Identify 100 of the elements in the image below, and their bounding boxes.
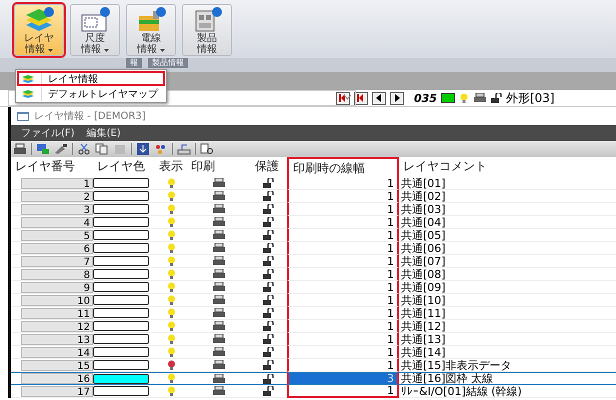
lock-icon[interactable] <box>263 334 275 344</box>
printer-icon[interactable] <box>212 256 226 266</box>
lock-icon[interactable] <box>263 360 275 370</box>
layer-color-swatch[interactable] <box>93 347 149 357</box>
table-cell: 1 <box>287 242 399 255</box>
layer-comment: 共通[13] <box>401 332 446 346</box>
menu-item[interactable]: デフォルトレイヤマップ <box>17 86 165 101</box>
printer-icon[interactable] <box>212 374 226 384</box>
folder-icon <box>136 7 166 33</box>
printer-icon[interactable] <box>212 230 226 240</box>
bulb-icon[interactable] <box>166 308 176 318</box>
bulb-icon[interactable] <box>166 373 176 384</box>
bulb-icon[interactable] <box>166 216 176 228</box>
lock-icon[interactable] <box>263 217 275 227</box>
lock-icon[interactable] <box>263 282 275 292</box>
previous-button[interactable] <box>372 92 386 104</box>
lock-icon[interactable] <box>263 386 275 396</box>
lock-icon[interactable] <box>263 374 275 384</box>
printer-icon[interactable] <box>212 269 226 279</box>
printer-icon[interactable] <box>212 204 226 214</box>
layer-comment: 共通[03] <box>401 202 446 216</box>
menu-bar-item[interactable]: ファイル(F) <box>21 126 75 140</box>
layer-color-swatch[interactable] <box>93 374 149 384</box>
lock-icon[interactable] <box>263 308 275 318</box>
ribbon-button[interactable]: 電線 情報 <box>126 4 176 56</box>
bulb-icon[interactable] <box>166 346 176 358</box>
next-button[interactable] <box>390 92 404 104</box>
export-icon[interactable] <box>177 143 191 155</box>
row-number: 11 <box>21 308 93 318</box>
printer-icon[interactable] <box>212 217 226 227</box>
bulb-icon[interactable] <box>166 294 176 306</box>
bulb-off-icon[interactable] <box>166 360 176 370</box>
lock-icon[interactable] <box>263 204 275 214</box>
layer-color-swatch[interactable] <box>93 256 149 266</box>
printer-icon[interactable] <box>212 360 226 370</box>
layer-color-swatch[interactable] <box>93 334 149 344</box>
printer-icon[interactable] <box>212 334 226 344</box>
lock-icon[interactable] <box>263 178 275 188</box>
printer-icon[interactable] <box>212 243 226 253</box>
lock-icon[interactable] <box>263 347 275 357</box>
ribbon-button[interactable]: レイヤ 情報 <box>14 4 64 56</box>
bulb-icon[interactable] <box>166 230 176 240</box>
skip-button[interactable] <box>336 92 350 104</box>
layer-color-swatch[interactable] <box>93 191 149 201</box>
ribbon-button[interactable]: 製品 情報 <box>182 4 232 56</box>
layer-color-swatch[interactable] <box>93 230 149 240</box>
bulb-icon[interactable] <box>166 204 176 214</box>
layer-color-swatch[interactable] <box>93 178 149 188</box>
lock-icon[interactable] <box>263 269 275 279</box>
layer-color-swatch[interactable] <box>93 269 149 279</box>
layer-color-swatch[interactable] <box>93 217 149 227</box>
group-label: 製品情報 <box>148 58 188 68</box>
layer-color-swatch[interactable] <box>93 321 149 331</box>
layer-color-swatch[interactable] <box>93 282 149 292</box>
layer-color-swatch[interactable] <box>93 243 149 253</box>
import-icon[interactable] <box>136 143 150 155</box>
row-number: 3 <box>21 204 93 214</box>
layer-color-swatch[interactable] <box>93 360 149 370</box>
printer-icon[interactable] <box>212 282 226 292</box>
lock-icon[interactable] <box>263 191 275 201</box>
lock-icon[interactable] <box>263 243 275 253</box>
printer-icon[interactable] <box>13 143 27 155</box>
table-cell: 1 <box>287 190 399 203</box>
layer-comment: 共通[04] <box>401 216 446 228</box>
bulb-icon[interactable] <box>166 242 176 254</box>
bulb-icon[interactable] <box>166 386 176 396</box>
bulb-icon[interactable] <box>166 190 176 202</box>
ribbon-button[interactable]: 尺度 情報 <box>70 4 120 56</box>
bulb-icon[interactable] <box>166 268 176 280</box>
printer-icon[interactable] <box>212 191 226 201</box>
bulb-icon[interactable] <box>166 334 176 344</box>
monitor-icon[interactable] <box>36 143 50 155</box>
layer-color-swatch[interactable] <box>93 204 149 214</box>
search-icon[interactable] <box>200 143 214 155</box>
lock-icon[interactable] <box>263 230 275 240</box>
lock-icon[interactable] <box>263 256 275 266</box>
printer-icon[interactable] <box>212 321 226 331</box>
skip-button[interactable] <box>354 92 368 104</box>
bulb-icon[interactable] <box>166 282 176 292</box>
layer-color-swatch[interactable] <box>93 295 149 305</box>
layer-comment: 共通[12] <box>401 320 446 332</box>
bulb-icon[interactable] <box>166 178 176 188</box>
printer-icon[interactable] <box>212 347 226 357</box>
scissors-icon[interactable] <box>77 143 91 155</box>
copy-icon[interactable] <box>95 143 109 155</box>
layer-color-swatch[interactable] <box>93 386 149 396</box>
lock-icon[interactable] <box>263 321 275 331</box>
brush-icon[interactable] <box>54 143 68 155</box>
bulb-icon[interactable] <box>166 256 176 266</box>
dots-icon[interactable] <box>154 143 168 155</box>
printer-icon[interactable] <box>212 178 226 188</box>
printer-icon[interactable] <box>212 386 226 396</box>
lock-icon[interactable] <box>263 295 275 305</box>
bulb-icon[interactable] <box>166 320 176 332</box>
printer-icon[interactable] <box>212 295 226 305</box>
layer-color-swatch[interactable] <box>93 308 149 318</box>
row-number: 8 <box>21 268 93 280</box>
menu-bar-item[interactable]: 編集(E) <box>86 126 121 140</box>
row-number: 1 <box>21 178 93 188</box>
printer-icon[interactable] <box>212 308 226 318</box>
